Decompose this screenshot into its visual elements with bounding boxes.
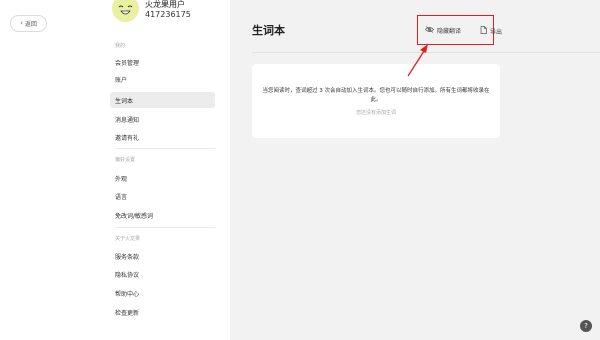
sidebar-item-privacy[interactable]: 隐私协议 bbox=[110, 266, 215, 282]
export-label: 导出 bbox=[490, 28, 503, 36]
group-title-about: 关于火龙果 bbox=[115, 236, 141, 242]
main-panel: 生词本 隐藏翻译 导出 当您阅读时，查词超过 3 次会自动加入生词本。您也可以随… bbox=[230, 0, 600, 340]
sidebar: ‹ 返回 火龙果用户 417236175 我的 会员管理 账户 生词本 消息通知… bbox=[0, 0, 230, 340]
group-title-preferences: 偏好设置 bbox=[115, 157, 136, 163]
empty-state-subtext: 您还没有添加生词 bbox=[355, 110, 396, 116]
divider bbox=[115, 148, 215, 149]
back-button[interactable]: ‹ 返回 bbox=[10, 15, 47, 32]
sidebar-item-vocabulary[interactable]: 生词本 bbox=[110, 92, 215, 108]
avatar bbox=[112, 0, 139, 22]
sidebar-item-language[interactable]: 语言 bbox=[110, 188, 215, 204]
sidebar-item-help-center[interactable]: 帮助中心 bbox=[110, 285, 215, 301]
export-button[interactable]: 导出 bbox=[480, 26, 502, 36]
sidebar-item-check-updates[interactable]: 检查更新 bbox=[110, 304, 215, 320]
help-button[interactable]: ? bbox=[580, 320, 592, 332]
user-id: 417236175 bbox=[145, 10, 191, 19]
sidebar-item-terms[interactable]: 服务条款 bbox=[110, 248, 215, 264]
user-name: 火龙果用户 bbox=[145, 0, 185, 9]
empty-state-card: 当您阅读时，查词超过 3 次会自动加入生词本。您也可以随时自行添加。所有生词都将… bbox=[252, 64, 500, 138]
page-title: 生词本 bbox=[252, 24, 285, 37]
group-title-mine: 我的 bbox=[115, 43, 126, 49]
sidebar-item-invite[interactable]: 邀请有礼 bbox=[110, 129, 215, 145]
export-icon bbox=[480, 26, 487, 36]
divider bbox=[252, 52, 600, 53]
empty-state-message: 当您阅读时，查词超过 3 次会自动加入生词本。您也可以随时自行添加。所有生词都将… bbox=[262, 88, 490, 103]
sidebar-item-glossary[interactable]: 免改词/敏感词 bbox=[110, 207, 215, 223]
sidebar-item-notifications[interactable]: 消息通知 bbox=[110, 111, 215, 127]
divider bbox=[115, 227, 215, 228]
sidebar-item-appearance[interactable]: 外观 bbox=[110, 170, 215, 186]
back-label: 返回 bbox=[24, 21, 37, 28]
sidebar-item-account[interactable]: 账户 bbox=[110, 71, 215, 87]
sidebar-item-membership[interactable]: 会员管理 bbox=[110, 54, 215, 70]
chevron-left-icon: ‹ bbox=[20, 19, 23, 27]
